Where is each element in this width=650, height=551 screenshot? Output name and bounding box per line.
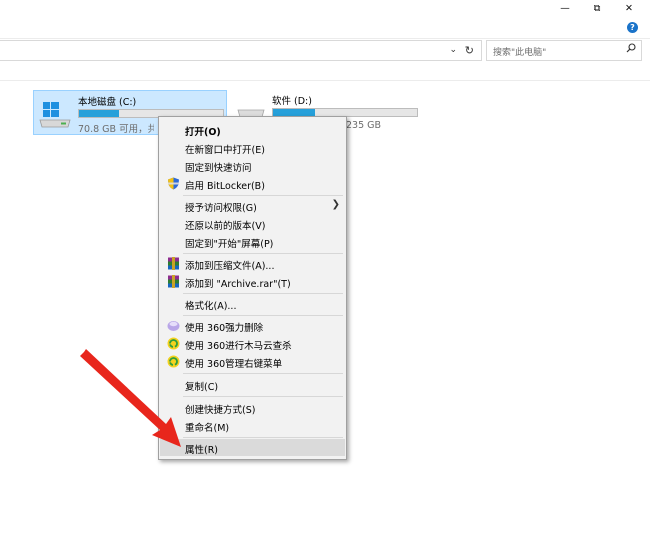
close-button[interactable]: ✕ bbox=[612, 0, 646, 16]
chevron-down-icon[interactable]: ⌄ bbox=[449, 45, 457, 55]
menu-item-grant-access[interactable]: 授予访问权限(G) ❯ bbox=[160, 197, 345, 214]
refresh-icon[interactable]: ↻ bbox=[465, 44, 474, 57]
menu-item-properties[interactable]: 属性(R) bbox=[160, 439, 345, 456]
windows-drive-icon bbox=[39, 102, 71, 128]
context-menu: 打开(O) 在新窗口中打开(E) 固定到快速访问 启用 BitLocker(B)… bbox=[158, 116, 347, 460]
menu-item-restore-versions[interactable]: 还原以前的版本(V) bbox=[160, 215, 345, 232]
menu-item-pin-start[interactable]: 固定到"开始"屏幕(P) bbox=[160, 233, 345, 250]
winrar-icon bbox=[168, 257, 179, 270]
menu-item-copy[interactable]: 复制(C) bbox=[160, 376, 345, 393]
menu-item-rename[interactable]: 重命名(M) bbox=[160, 417, 345, 434]
help-icon: ? bbox=[630, 23, 635, 32]
drive-c-usage-fill bbox=[79, 110, 120, 117]
360-delete-icon bbox=[167, 321, 180, 331]
submenu-arrow-icon: ❯ bbox=[331, 199, 340, 210]
content-divider bbox=[0, 80, 650, 81]
drive-d-name: 软件 (D:) bbox=[272, 96, 312, 107]
ribbon-divider bbox=[0, 38, 650, 39]
minimize-icon: — bbox=[560, 2, 570, 14]
menu-item-pin-quick-access[interactable]: 固定到快速访问 bbox=[160, 157, 345, 174]
search-icon bbox=[626, 43, 636, 56]
close-icon: ✕ bbox=[625, 2, 633, 14]
menu-item-create-shortcut[interactable]: 创建快捷方式(S) bbox=[160, 399, 345, 416]
menu-separator bbox=[183, 396, 343, 397]
search-input[interactable]: 搜索"此电脑" bbox=[486, 40, 642, 61]
menu-item-360-scan[interactable]: 使用 360进行木马云查杀 bbox=[160, 335, 345, 352]
menu-separator bbox=[183, 315, 343, 316]
menu-item-open[interactable]: 打开(O) bbox=[160, 121, 345, 138]
menu-separator bbox=[183, 195, 343, 196]
menu-separator bbox=[183, 373, 343, 374]
menu-item-open-new-window[interactable]: 在新窗口中打开(E) bbox=[160, 139, 345, 156]
maximize-button[interactable]: ⧉ bbox=[580, 0, 614, 16]
drive-c-name: 本地磁盘 (C:) bbox=[78, 97, 137, 108]
menu-separator bbox=[183, 253, 343, 254]
menu-item-add-archive-rar[interactable]: 添加到 "Archive.rar"(T) bbox=[160, 273, 345, 290]
winrar-icon bbox=[168, 275, 179, 288]
restore-icon: ⧉ bbox=[593, 2, 601, 14]
drive-c-info: 70.8 GB 可用，共 bbox=[78, 124, 154, 135]
menu-separator bbox=[183, 293, 343, 294]
address-bar[interactable]: ⌄ ↻ bbox=[0, 40, 482, 61]
menu-separator bbox=[183, 437, 343, 438]
menu-item-add-archive[interactable]: 添加到压缩文件(A)... bbox=[160, 255, 345, 272]
minimize-button[interactable]: — bbox=[548, 0, 582, 16]
shield-icon bbox=[168, 177, 179, 190]
menu-item-360-manage[interactable]: 使用 360管理右键菜单 bbox=[160, 353, 345, 370]
help-button[interactable]: ? bbox=[627, 22, 638, 33]
menu-item-360-delete[interactable]: 使用 360强力删除 bbox=[160, 317, 345, 334]
360-manage-icon bbox=[167, 355, 180, 368]
menu-item-bitlocker[interactable]: 启用 BitLocker(B) bbox=[160, 175, 345, 192]
menu-item-format[interactable]: 格式化(A)... bbox=[160, 295, 345, 312]
drive-d-usage-fill bbox=[273, 109, 315, 116]
drive-d-info: 235 GB bbox=[346, 120, 382, 131]
search-placeholder: 搜索"此电脑" bbox=[493, 48, 547, 58]
360-scan-icon bbox=[167, 337, 180, 350]
